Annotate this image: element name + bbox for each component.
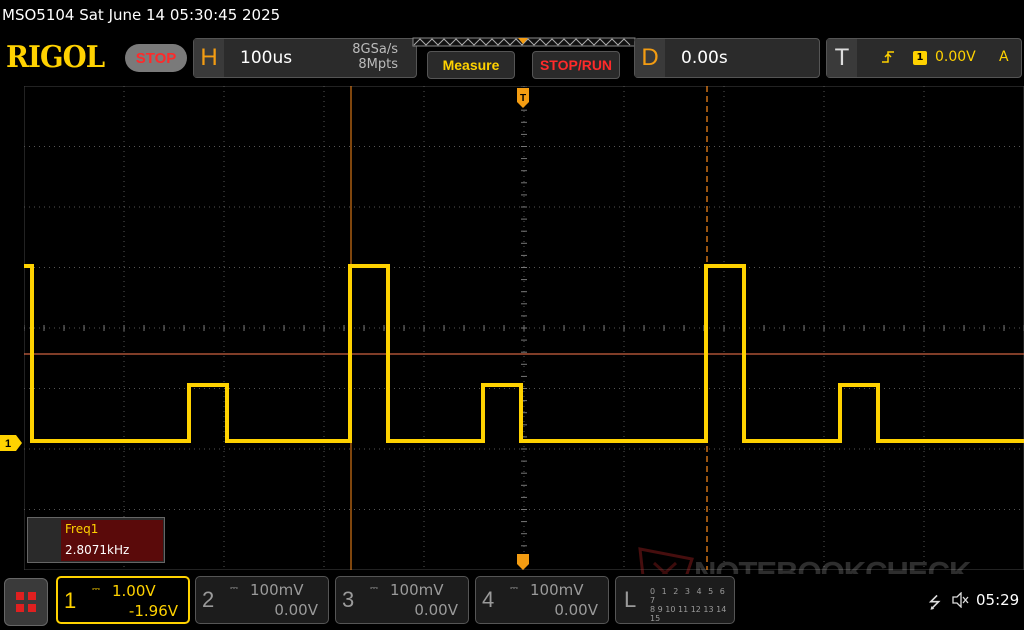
- channel-number: 4: [482, 587, 495, 612]
- channel-scale: 100mV: [530, 581, 584, 599]
- channel-number: 1: [64, 588, 77, 613]
- horizontal-letter: H: [194, 39, 224, 77]
- horizontal-settings[interactable]: H 100us 8GSa/s 8Mpts: [193, 38, 417, 78]
- channel-offset: 0.00V: [554, 601, 598, 619]
- rigol-logo: RIGOL: [6, 40, 105, 75]
- dc-coupling-icon: ⎓: [370, 583, 378, 594]
- trigger-level: 0.00V: [935, 49, 976, 65]
- delay-letter: D: [635, 39, 665, 77]
- logic-channels-low: 0 1 2 3 4 5 6 7: [650, 587, 727, 605]
- toolbar: RIGOL STOP H 100us 8GSa/s 8Mpts Measure …: [0, 34, 1024, 82]
- logic-channels-high: 8 9 10 11 12 13 14 15: [650, 605, 727, 623]
- title-bar: MSO5104 Sat June 14 05:30:45 2025: [0, 0, 1024, 34]
- logic-letter: L: [624, 587, 637, 612]
- measurement-panel[interactable]: Freq1 2.8071kHz: [27, 517, 165, 563]
- delay-settings[interactable]: D 0.00s: [634, 38, 820, 78]
- bottom-bar: 1 ⎓ 1.00V -1.96V 2 ⎓ 100mV 0.00V 3 ⎓ 100…: [0, 574, 1024, 630]
- delay-value: 0.00s: [681, 48, 728, 68]
- measurement-label: Freq1: [65, 522, 99, 536]
- trigger-mode: A: [999, 49, 1009, 65]
- dc-coupling-icon: ⎓: [230, 583, 238, 594]
- memory-depth: 8Mpts: [358, 57, 398, 72]
- trigger-source-badge: 1: [913, 51, 927, 65]
- channel-1-settings[interactable]: 1 ⎓ 1.00V -1.96V: [56, 576, 190, 624]
- channel-scale: 1.00V: [112, 582, 156, 600]
- logic-analyzer-settings[interactable]: L 0 1 2 3 4 5 6 7 8 9 10 11 12 13 14 15: [615, 576, 735, 624]
- svg-text:1: 1: [5, 438, 11, 450]
- trigger-letter: T: [827, 39, 857, 77]
- channel-number: 2: [202, 587, 215, 612]
- channel-offset: 0.00V: [414, 601, 458, 619]
- channel-offset: 0.00V: [274, 601, 318, 619]
- dc-coupling-icon: ⎓: [510, 583, 518, 594]
- window-title: MSO5104 Sat June 14 05:30:45 2025: [2, 6, 281, 24]
- dc-coupling-icon: ⎓: [92, 584, 100, 595]
- stop-run-button[interactable]: STOP/RUN: [532, 51, 620, 79]
- channel-1-marker[interactable]: 1: [0, 435, 22, 451]
- svg-text:T: T: [520, 93, 526, 104]
- memory-position-bar: [412, 37, 636, 47]
- channel-offset: -1.96V: [128, 602, 178, 620]
- measure-button[interactable]: Measure: [427, 51, 515, 79]
- channel-scale: 100mV: [390, 581, 444, 599]
- channel-number: 3: [342, 587, 355, 612]
- channel-2-settings[interactable]: 2 ⎓ 100mV 0.00V: [195, 576, 329, 624]
- rising-edge-icon: [881, 50, 895, 68]
- measurement-value: 2.8071kHz: [65, 543, 130, 557]
- trigger-settings[interactable]: T 1 0.00V A: [826, 38, 1022, 78]
- sample-rate: 8GSa/s: [352, 42, 398, 57]
- acquisition-info: 8GSa/s 8Mpts: [352, 42, 398, 72]
- channel-scale: 100mV: [250, 581, 304, 599]
- timebase-value: 100us: [240, 48, 293, 68]
- app-menu-button[interactable]: [4, 578, 48, 626]
- waveform-grid[interactable]: T: [24, 86, 1024, 570]
- speaker-mute-icon[interactable]: [951, 591, 969, 612]
- usb-icon: ⭍: [928, 593, 942, 612]
- channel-4-settings[interactable]: 4 ⎓ 100mV 0.00V: [475, 576, 609, 624]
- channel-3-settings[interactable]: 3 ⎓ 100mV 0.00V: [335, 576, 469, 624]
- run-state-badge[interactable]: STOP: [125, 44, 187, 72]
- clock: 05:29: [976, 591, 1020, 609]
